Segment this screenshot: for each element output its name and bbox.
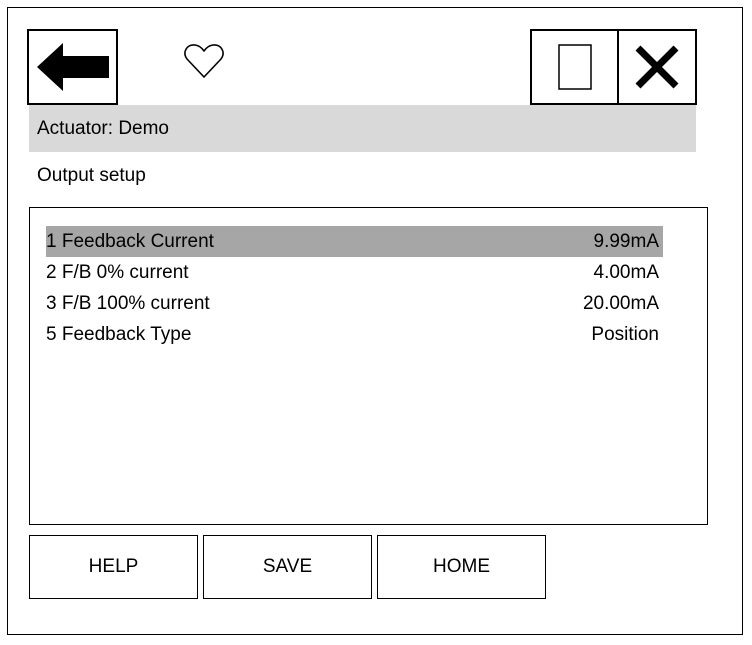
- back-button[interactable]: [27, 29, 118, 105]
- save-button[interactable]: SAVE: [203, 535, 372, 599]
- item-value: 9.99mA: [593, 230, 659, 252]
- arrow-left-icon: [36, 43, 109, 91]
- item-value: 20.00mA: [582, 292, 659, 314]
- home-button[interactable]: HOME: [377, 535, 546, 599]
- help-button[interactable]: HELP: [29, 535, 198, 599]
- close-button[interactable]: [617, 29, 697, 105]
- list-item[interactable]: 2 F/B 0% current 4.00mA: [46, 257, 663, 288]
- list-item[interactable]: 3 F/B 100% current 20.00mA: [46, 288, 663, 319]
- item-label: 2 F/B 0% current: [46, 261, 189, 283]
- screen-title: Output setup: [37, 165, 146, 186]
- actuator-label: Actuator: Demo: [37, 117, 169, 139]
- window-button[interactable]: [530, 29, 619, 105]
- item-label: 3 F/B 100% current: [46, 292, 210, 314]
- list-item[interactable]: 5 Feedback Type Position: [46, 319, 663, 350]
- parameter-list: 1 Feedback Current 9.99mA 2 F/B 0% curre…: [29, 207, 708, 525]
- list-item[interactable]: 1 Feedback Current 9.99mA: [46, 226, 663, 257]
- item-label: 1 Feedback Current: [46, 230, 214, 252]
- actuator-title-bar: Actuator: Demo: [29, 105, 696, 152]
- item-value: Position: [591, 323, 659, 345]
- item-label: 5 Feedback Type: [46, 323, 192, 345]
- close-icon: [635, 45, 679, 89]
- item-value: 4.00mA: [593, 261, 659, 283]
- heart-outline-icon[interactable]: [184, 43, 224, 79]
- window-icon: [557, 44, 592, 90]
